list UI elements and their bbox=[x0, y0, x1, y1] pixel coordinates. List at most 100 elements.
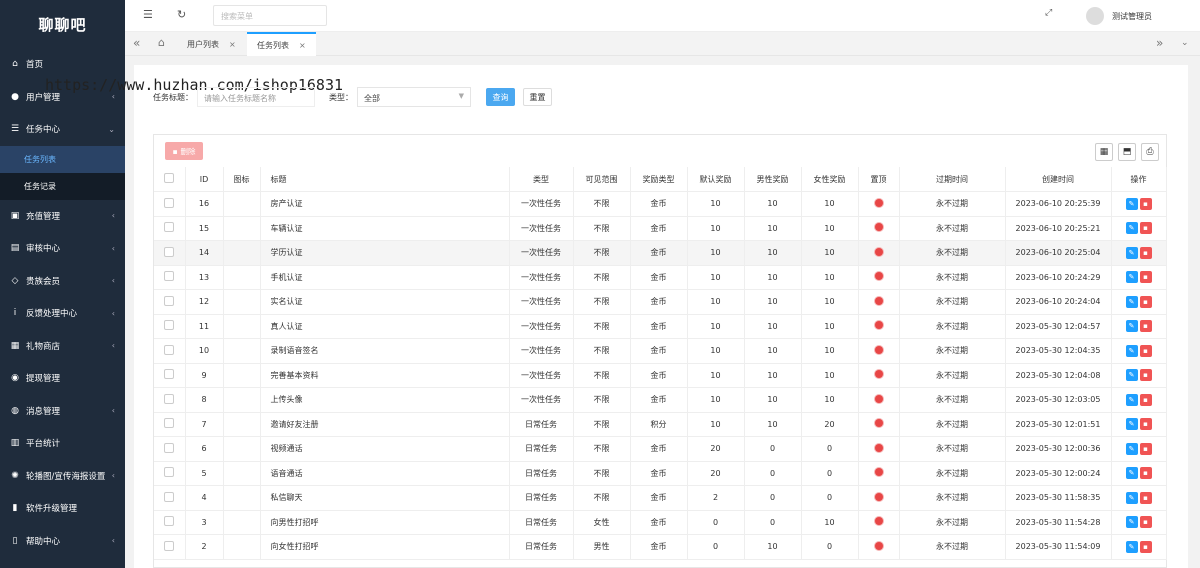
row-checkbox[interactable] bbox=[154, 191, 186, 217]
trash-icon[interactable]: ▪ bbox=[1139, 369, 1152, 382]
edit-icon[interactable]: ✎ bbox=[1125, 295, 1138, 308]
pinned-status-dot[interactable] bbox=[874, 223, 883, 232]
print-icon[interactable]: ⎙ bbox=[1141, 143, 1159, 161]
pinned-status-dot[interactable] bbox=[874, 419, 883, 428]
edit-icon[interactable]: ✎ bbox=[1125, 271, 1138, 284]
row-checkbox[interactable] bbox=[154, 363, 186, 388]
sidebar-subitem-task-records[interactable]: 任务记录 bbox=[0, 172, 125, 200]
tabs-scroll-left-icon[interactable]: « bbox=[133, 36, 140, 50]
sidebar-item-items2-4[interactable]: ▦ 礼物商店 ‹ bbox=[0, 330, 125, 363]
edit-icon[interactable]: ✎ bbox=[1125, 540, 1138, 553]
trash-icon[interactable]: ▪ bbox=[1139, 295, 1152, 308]
edit-icon[interactable]: ✎ bbox=[1125, 418, 1138, 431]
row-checkbox[interactable] bbox=[154, 412, 186, 437]
menu-search-input[interactable]: 搜索菜单 bbox=[213, 5, 327, 26]
sidebar-item-items-2[interactable]: ☰ 任务中心 ⌄ bbox=[0, 113, 125, 146]
trash-icon[interactable]: ▪ bbox=[1139, 442, 1152, 455]
trash-icon[interactable]: ▪ bbox=[1139, 222, 1152, 235]
trash-icon[interactable]: ▪ bbox=[1139, 344, 1152, 357]
cell-expire: 永不过期 bbox=[899, 534, 1006, 560]
row-checkbox[interactable] bbox=[154, 216, 186, 241]
home-tab-icon[interactable]: ⌂ bbox=[158, 36, 165, 49]
type-filter-select[interactable]: 全部 ▼ bbox=[357, 87, 471, 107]
pinned-status-dot[interactable] bbox=[874, 272, 883, 281]
edit-icon[interactable]: ✎ bbox=[1125, 222, 1138, 235]
sidebar-item-items2-1[interactable]: ▤ 审核中心 ‹ bbox=[0, 232, 125, 265]
edit-icon[interactable]: ✎ bbox=[1125, 197, 1138, 210]
pinned-status-dot[interactable] bbox=[874, 370, 883, 379]
trash-icon[interactable]: ▪ bbox=[1139, 467, 1152, 480]
reset-button[interactable]: 重置 bbox=[523, 88, 552, 106]
sidebar-item-items2-6[interactable]: ◍ 消息管理 ‹ bbox=[0, 395, 125, 428]
tabs-scroll-right-icon[interactable]: » bbox=[1156, 36, 1163, 50]
pinned-status-dot[interactable] bbox=[874, 492, 883, 501]
title-filter-input[interactable]: 请输入任务标题名称 bbox=[197, 87, 315, 107]
select-all-checkbox[interactable] bbox=[154, 167, 186, 192]
collapse-menu-icon[interactable]: ☰ bbox=[143, 8, 153, 21]
trash-icon[interactable]: ▪ bbox=[1139, 516, 1152, 529]
pinned-status-dot[interactable] bbox=[874, 321, 883, 330]
user-menu[interactable]: 测试管理员 bbox=[1086, 7, 1152, 25]
close-icon[interactable]: × bbox=[229, 40, 236, 49]
tab-user-list[interactable]: 用户列表 × bbox=[177, 32, 246, 56]
sidebar-item-items2-5[interactable]: ◉ 提现管理 bbox=[0, 362, 125, 395]
edit-icon[interactable]: ✎ bbox=[1125, 393, 1138, 406]
edit-icon[interactable]: ✎ bbox=[1125, 320, 1138, 333]
row-checkbox[interactable] bbox=[154, 338, 186, 364]
edit-icon[interactable]: ✎ bbox=[1125, 246, 1138, 259]
row-checkbox[interactable] bbox=[154, 289, 186, 315]
edit-icon[interactable]: ✎ bbox=[1125, 467, 1138, 480]
row-checkbox[interactable] bbox=[154, 265, 186, 290]
user-name: 测试管理员 bbox=[1112, 11, 1152, 21]
pinned-status-dot[interactable] bbox=[874, 394, 883, 403]
trash-icon[interactable]: ▪ bbox=[1139, 540, 1152, 553]
sidebar-item-items2-3[interactable]: i 反馈处理中心 ‹ bbox=[0, 297, 125, 330]
chevron-down-icon[interactable]: ⌄ bbox=[1181, 38, 1189, 48]
export-icon[interactable]: ⬒ bbox=[1118, 143, 1136, 161]
pinned-status-dot[interactable] bbox=[874, 345, 883, 354]
pinned-status-dot[interactable] bbox=[874, 247, 883, 256]
pinned-status-dot[interactable] bbox=[874, 517, 883, 526]
trash-icon[interactable]: ▪ bbox=[1139, 271, 1152, 284]
pinned-status-dot[interactable] bbox=[874, 541, 883, 550]
trash-icon[interactable]: ▪ bbox=[1139, 320, 1152, 333]
columns-filter-icon[interactable]: ▦ bbox=[1095, 143, 1113, 161]
row-checkbox[interactable] bbox=[154, 387, 186, 413]
edit-icon[interactable]: ✎ bbox=[1125, 516, 1138, 529]
trash-icon[interactable]: ▪ bbox=[1139, 246, 1152, 259]
edit-icon[interactable]: ✎ bbox=[1125, 369, 1138, 382]
edit-icon[interactable]: ✎ bbox=[1125, 442, 1138, 455]
row-checkbox[interactable] bbox=[154, 240, 186, 266]
close-icon[interactable]: × bbox=[299, 41, 306, 50]
refresh-icon[interactable]: ↻ bbox=[177, 8, 186, 21]
cell-actions: ✎ ▪ bbox=[1111, 510, 1167, 535]
sidebar-item-items2-9[interactable]: ▮ 软件升级管理 bbox=[0, 492, 125, 525]
row-checkbox[interactable] bbox=[154, 314, 186, 339]
trash-icon[interactable]: ▪ bbox=[1139, 393, 1152, 406]
row-checkbox[interactable] bbox=[154, 510, 186, 535]
edit-icon[interactable]: ✎ bbox=[1125, 491, 1138, 504]
row-checkbox[interactable] bbox=[154, 485, 186, 511]
row-checkbox[interactable] bbox=[154, 436, 186, 462]
sidebar-item-items2-2[interactable]: ◇ 贵族会员 ‹ bbox=[0, 265, 125, 298]
sidebar-item-items2-10[interactable]: ▯ 帮助中心 ‹ bbox=[0, 525, 125, 558]
pinned-status-dot[interactable] bbox=[874, 443, 883, 452]
pinned-status-dot[interactable] bbox=[874, 296, 883, 305]
fullscreen-icon[interactable]: ⤢ bbox=[1045, 8, 1052, 18]
edit-icon[interactable]: ✎ bbox=[1125, 344, 1138, 357]
pinned-status-dot[interactable] bbox=[874, 468, 883, 477]
query-button[interactable]: 查询 bbox=[486, 88, 515, 106]
pinned-status-dot[interactable] bbox=[874, 198, 883, 207]
batch-delete-button[interactable]: ▪ 删除 bbox=[165, 142, 203, 160]
row-checkbox[interactable] bbox=[154, 461, 186, 486]
sidebar-item-items2-0[interactable]: ▣ 充值管理 ‹ bbox=[0, 200, 125, 233]
trash-icon[interactable]: ▪ bbox=[1139, 418, 1152, 431]
tab-task-list[interactable]: 任务列表 × bbox=[247, 32, 316, 56]
sidebar-subitem-task-list[interactable]: 任务列表 bbox=[0, 145, 125, 173]
trash-icon[interactable]: ▪ bbox=[1139, 197, 1152, 210]
trash-icon[interactable]: ▪ bbox=[1139, 491, 1152, 504]
cell-icon bbox=[223, 485, 261, 511]
row-checkbox[interactable] bbox=[154, 534, 186, 560]
sidebar-item-items2-7[interactable]: ▥ 平台统计 bbox=[0, 427, 125, 460]
sidebar-item-items2-8[interactable]: ✺ 轮播图/宣传海报设置 ‹ bbox=[0, 460, 125, 493]
